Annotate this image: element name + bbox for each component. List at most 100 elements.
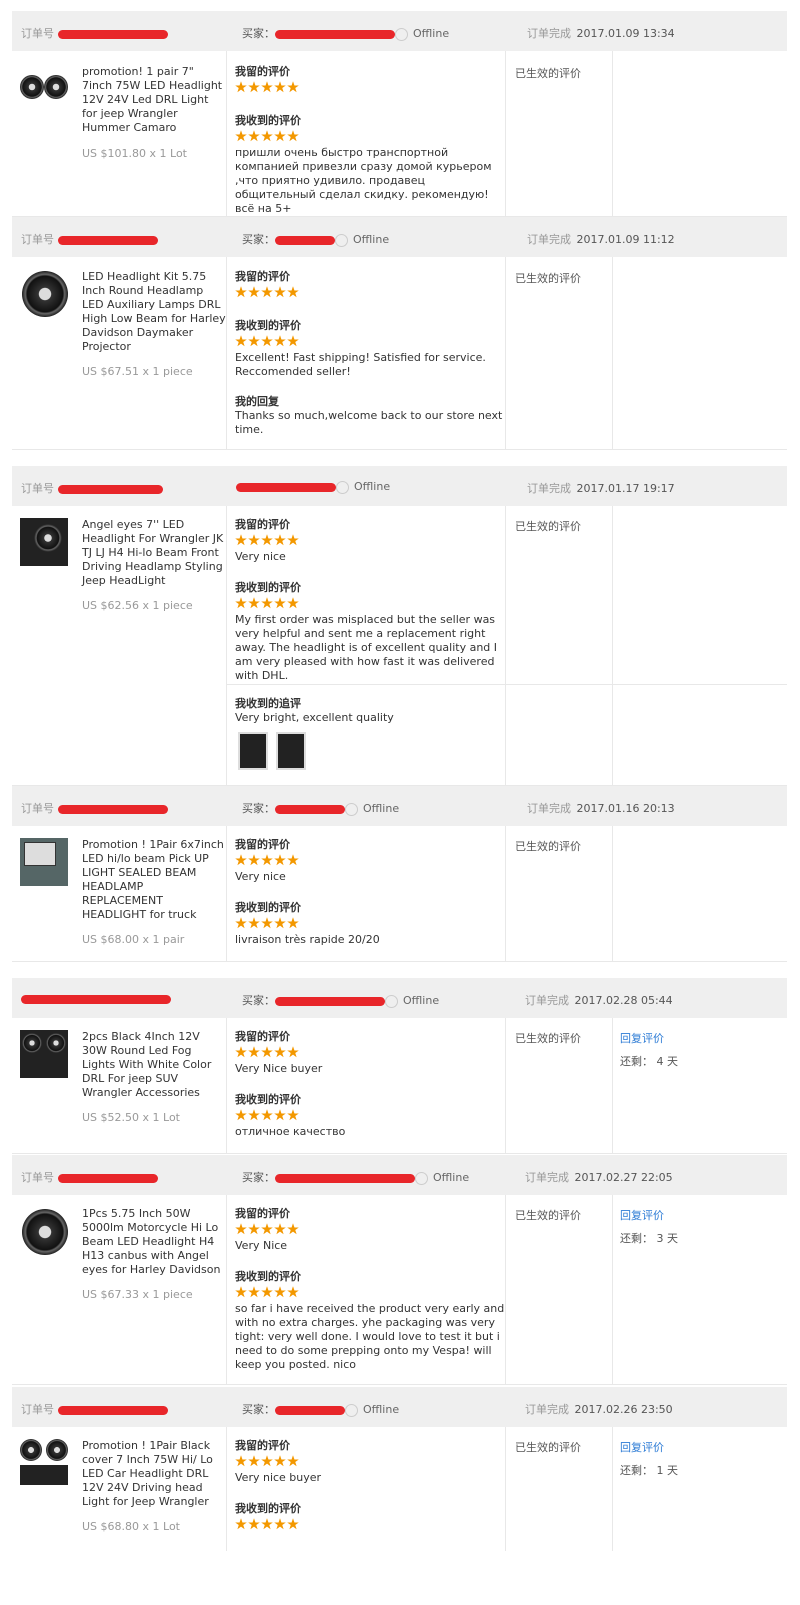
star-icon <box>274 286 286 298</box>
star-icon <box>261 81 273 93</box>
my-review: 我留的评价 Very nice <box>235 518 505 564</box>
product-thumbnail[interactable] <box>20 69 70 119</box>
star-icon <box>274 1046 286 1058</box>
offline-status: Offline <box>433 1171 470 1184</box>
product-thumbnail[interactable] <box>20 1207 70 1257</box>
offline-status: Offline <box>363 1403 400 1416</box>
star-icon <box>274 1455 286 1467</box>
chat-status-icon[interactable] <box>415 1171 428 1185</box>
order-card: 订单号 Offline 订单完成 2017.01.17 19:17 Angel … <box>12 466 787 786</box>
product-title-link[interactable]: LED Headlight Kit 5.75 Inch Round Headla… <box>82 270 227 354</box>
received-review-text: so far i have received the product very … <box>235 1302 505 1371</box>
reply-review-link[interactable]: 回复评价 <box>620 1439 664 1455</box>
reply-review-link[interactable]: 回复评价 <box>620 1207 664 1223</box>
star-icon <box>261 917 273 929</box>
star-icon <box>261 1286 273 1298</box>
order-card: 订单号 买家： Offline 订单完成 2017.01.09 11:12 LED… <box>12 217 787 450</box>
product-title-link[interactable]: Promotion ! 1Pair 6x7inch LED hi/lo beam… <box>82 838 227 922</box>
star-icon <box>287 335 299 347</box>
order-done-label: 订单完成 <box>527 233 571 246</box>
product-title-link[interactable]: Promotion ! 1Pair Black cover 7 Inch 75W… <box>82 1439 227 1509</box>
star-icon <box>235 597 247 609</box>
product-thumbnail[interactable] <box>20 1439 70 1489</box>
order-card: 买家： Offline 订单完成 2017.02.28 05:44 2pcs Bl… <box>12 978 787 1154</box>
redacted-buyer-name <box>275 996 385 1006</box>
order-done-label: 订单完成 <box>527 482 571 495</box>
product-thumbnail[interactable] <box>20 269 70 319</box>
order-number-label: 订单号 <box>21 482 54 495</box>
chat-status-icon[interactable] <box>335 233 348 247</box>
my-review: 我留的评价 Very Nice <box>235 1207 505 1253</box>
product-thumbnail[interactable] <box>20 1030 70 1080</box>
redacted-order-number <box>58 235 158 245</box>
order-header: 订单号 买家： Offline 订单完成 2017.01.09 13:34 <box>12 11 787 51</box>
chat-status-icon[interactable] <box>345 1403 358 1417</box>
order-done-label: 订单完成 <box>525 1171 569 1184</box>
product-title-link[interactable]: 1Pcs 5.75 Inch 50W 5000lm Motorcycle Hi … <box>82 1207 227 1277</box>
review-photo[interactable] <box>276 732 306 770</box>
redacted-buyer-name <box>275 1173 415 1183</box>
star-icon <box>248 917 260 929</box>
received-review-title: 我收到的评价 <box>235 901 301 914</box>
star-icon <box>261 335 273 347</box>
redacted-order-number <box>58 1173 158 1183</box>
offline-status: Offline <box>403 994 440 1007</box>
product-title-link[interactable]: promotion! 1 pair 7" 7inch 75W LED Headl… <box>82 65 227 135</box>
remaining-days: 还剩： 4 天 <box>620 1053 678 1069</box>
product-title-link[interactable]: Angel eyes 7'' LED Headlight For Wrangle… <box>82 518 227 588</box>
my-review-title: 我留的评价 <box>235 838 290 851</box>
redacted-buyer-name <box>275 1405 345 1415</box>
product-title-link[interactable]: 2pcs Black 4Inch 12V 30W Round Led Fog L… <box>82 1030 227 1100</box>
product-price: US $101.80 x 1 Lot <box>82 147 187 160</box>
rating-stars <box>235 286 505 300</box>
star-icon <box>261 534 273 546</box>
my-review-text: Very nice <box>235 870 286 883</box>
order-timestamp: 2017.02.26 23:50 <box>574 1403 673 1416</box>
rating-stars <box>235 335 505 349</box>
redacted-buyer-name <box>275 804 345 814</box>
star-icon <box>274 917 286 929</box>
product-thumbnail[interactable] <box>20 838 70 888</box>
followup-title: 我收到的追评 <box>235 697 301 710</box>
offline-status: Offline <box>363 802 400 815</box>
star-icon <box>261 1109 273 1121</box>
order-timestamp: 2017.01.09 11:12 <box>576 233 675 246</box>
remaining-value: 3 天 <box>656 1232 679 1245</box>
my-review-text: Very Nice <box>235 1239 288 1252</box>
order-done-label: 订单完成 <box>527 802 571 815</box>
star-icon <box>261 1455 273 1467</box>
redacted-order-number <box>58 29 168 39</box>
star-icon <box>235 335 247 347</box>
reply-review-link[interactable]: 回复评价 <box>620 1030 664 1046</box>
chat-status-icon[interactable] <box>385 994 398 1008</box>
chat-status-icon[interactable] <box>336 480 349 494</box>
received-review-text: My first order was misplaced but the sel… <box>235 613 498 682</box>
star-icon <box>261 1518 273 1530</box>
received-review: 我收到的评价 livraison très rapide 20/20 <box>235 901 505 947</box>
effective-review-status: 已生效的评价 <box>515 1441 581 1454</box>
star-icon <box>274 597 286 609</box>
star-icon <box>261 130 273 142</box>
product-price: US $68.80 x 1 Lot <box>82 1520 180 1533</box>
offline-status: Offline <box>353 233 390 246</box>
product-thumbnail[interactable] <box>20 518 70 568</box>
product-price: US $62.56 x 1 piece <box>82 599 193 612</box>
chat-status-icon[interactable] <box>395 27 408 41</box>
effective-review-status: 已生效的评价 <box>515 840 581 853</box>
redacted-buyer-name <box>236 482 336 492</box>
star-icon <box>235 917 247 929</box>
my-review: 我留的评价 <box>235 270 505 300</box>
received-review-title: 我收到的评价 <box>235 114 301 127</box>
order-number-label: 订单号 <box>21 802 54 815</box>
review-photo[interactable] <box>238 732 268 770</box>
star-icon <box>248 286 260 298</box>
chat-status-icon[interactable] <box>345 802 358 816</box>
order-timestamp: 2017.02.27 22:05 <box>574 1171 673 1184</box>
my-review: 我留的评价 Very Nice buyer <box>235 1030 505 1076</box>
received-review-title: 我收到的评价 <box>235 1270 301 1283</box>
my-review-title: 我留的评价 <box>235 1207 290 1220</box>
buyer-label: 买家： <box>242 994 275 1007</box>
order-timestamp: 2017.01.09 13:34 <box>576 27 675 40</box>
received-review-title: 我收到的评价 <box>235 1502 301 1515</box>
product-price: US $52.50 x 1 Lot <box>82 1111 180 1124</box>
